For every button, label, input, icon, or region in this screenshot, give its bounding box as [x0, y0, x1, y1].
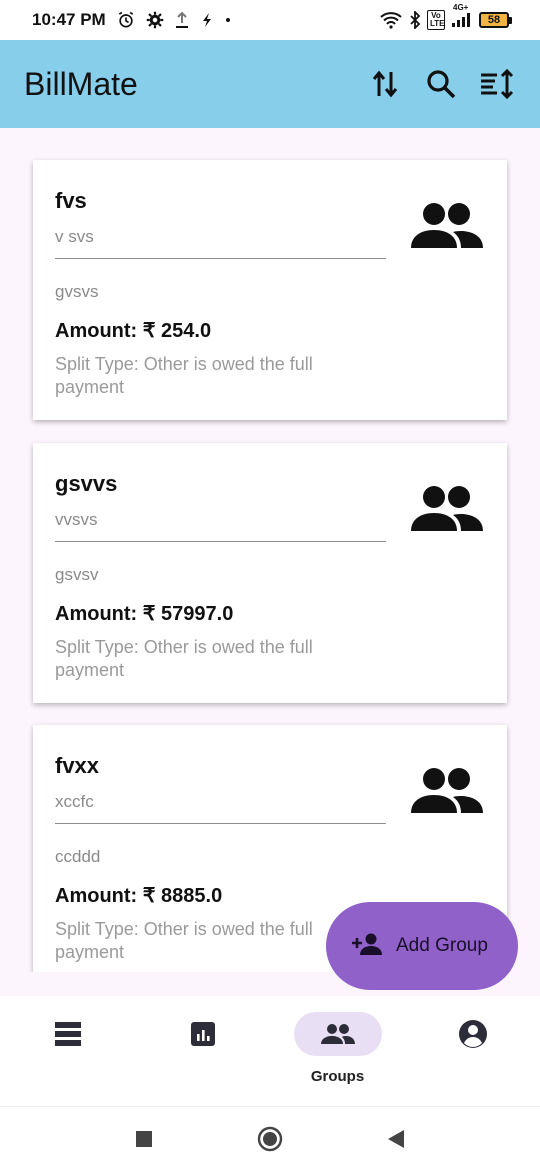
- group-note: gsvsv: [55, 565, 99, 584]
- view-list-icon: [24, 1012, 112, 1056]
- analytics-icon: [159, 1012, 247, 1056]
- recents-square-icon[interactable]: [124, 1119, 164, 1159]
- split-type: Split Type: Other is owed the full payme…: [55, 354, 313, 397]
- app-title: BillMate: [24, 65, 138, 102]
- group-title: fvxx: [55, 753, 100, 778]
- battery-indicator: 58: [479, 12, 512, 28]
- group-amount: Amount: ₹ 57997.0: [55, 603, 234, 625]
- add-group-label: Add Group: [396, 935, 488, 956]
- volte-icon: Vo LTE: [427, 10, 445, 30]
- group-icon: [411, 200, 483, 257]
- group-icon: [411, 765, 483, 822]
- split-type: Split Type: Other is owed the full payme…: [55, 919, 313, 962]
- group-amount: Amount: ₹ 254.0: [55, 320, 212, 342]
- battery-tip: [509, 16, 512, 24]
- bottom-navigation: Groups: [0, 996, 540, 1106]
- group-title: gsvvs: [55, 471, 118, 496]
- group-description: v svs: [55, 227, 94, 246]
- system-navigation-bar: [0, 1106, 540, 1170]
- group-description: vvsvs: [55, 510, 98, 529]
- settings-gear-icon: [146, 11, 164, 29]
- alarm-icon: [116, 10, 136, 30]
- nav-item-groups[interactable]: Groups: [270, 996, 405, 1106]
- group-note: ccddd: [55, 847, 101, 866]
- search-icon[interactable]: [422, 65, 460, 103]
- person-add-icon: [352, 932, 384, 961]
- group-description: xccfc: [55, 792, 94, 811]
- bluetooth-icon: [409, 11, 421, 29]
- group-amount: Amount: ₹ 8885.0: [55, 885, 223, 907]
- group-list: fvs v svs gvsvs Amount: ₹ 254.0 Split Ty…: [0, 128, 540, 972]
- group-note: gvsvs: [55, 282, 99, 301]
- group-title: fvs: [55, 188, 87, 213]
- app-bar: BillMate: [0, 40, 540, 128]
- card-divider: [55, 258, 386, 259]
- group-card[interactable]: fvs v svs gvsvs Amount: ₹ 254.0 Split Ty…: [33, 160, 507, 420]
- app-bar-actions: [366, 65, 516, 103]
- group-icon: [411, 483, 483, 540]
- card-divider: [55, 823, 386, 824]
- account-circle-icon: [429, 1012, 517, 1056]
- split-type: Split Type: Other is owed the full payme…: [55, 637, 313, 680]
- group-card[interactable]: gsvvs vvsvs gsvsv Amount: ₹ 57997.0 Spli…: [33, 443, 507, 703]
- nav-item-analytics[interactable]: [135, 996, 270, 1106]
- nav-item-profile[interactable]: [405, 996, 540, 1106]
- status-time: 10:47 PM: [32, 10, 106, 29]
- network-type-label: 4G+: [453, 3, 469, 12]
- status-bar: 10:47 PM Vo LTE 4G+ 58: [0, 0, 540, 40]
- card-divider: [55, 541, 386, 542]
- groups-icon: [293, 1012, 382, 1056]
- add-group-button[interactable]: Add Group: [326, 902, 518, 990]
- upload-icon: [174, 11, 190, 29]
- signal-4g-icon: 4G+: [451, 3, 473, 28]
- back-triangle-icon[interactable]: [376, 1119, 416, 1159]
- wifi-icon: [379, 11, 403, 29]
- flash-icon: [200, 12, 214, 28]
- nav-label-groups: Groups: [310, 1068, 365, 1085]
- sort-icon[interactable]: [478, 65, 516, 103]
- nav-item-list[interactable]: [0, 996, 135, 1106]
- swap-vert-icon[interactable]: [366, 65, 404, 103]
- home-circle-icon[interactable]: [250, 1119, 290, 1159]
- dot-icon: [224, 16, 232, 24]
- battery-level: 58: [479, 12, 509, 28]
